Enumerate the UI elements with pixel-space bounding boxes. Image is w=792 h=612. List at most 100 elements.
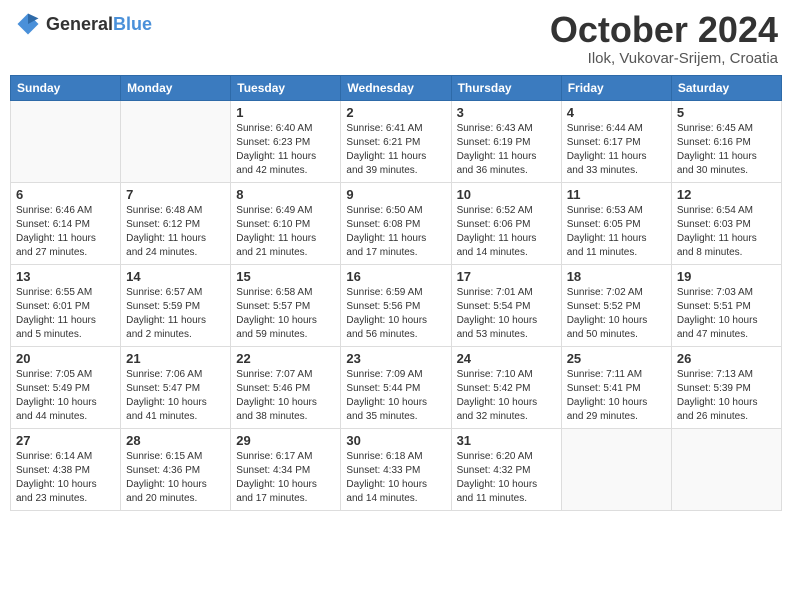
table-row: 14Sunrise: 6:57 AM Sunset: 5:59 PM Dayli… xyxy=(121,264,231,346)
day-number: 3 xyxy=(457,105,556,120)
day-number: 19 xyxy=(677,269,776,284)
day-info: Sunrise: 6:15 AM Sunset: 4:36 PM Dayligh… xyxy=(126,450,225,506)
table-row xyxy=(121,100,231,182)
day-info: Sunrise: 7:09 AM Sunset: 5:44 PM Dayligh… xyxy=(346,368,445,424)
table-row xyxy=(11,100,121,182)
day-number: 20 xyxy=(16,351,115,366)
day-info: Sunrise: 6:48 AM Sunset: 6:12 PM Dayligh… xyxy=(126,204,225,260)
day-number: 16 xyxy=(346,269,445,284)
calendar-table: Sunday Monday Tuesday Wednesday Thursday… xyxy=(10,75,782,511)
day-info: Sunrise: 6:52 AM Sunset: 6:06 PM Dayligh… xyxy=(457,204,556,260)
col-thursday: Thursday xyxy=(451,75,561,100)
calendar-week-row: 1Sunrise: 6:40 AM Sunset: 6:23 PM Daylig… xyxy=(11,100,782,182)
table-row: 3 Sunrise: 6:43 AM Sunset: 6:19 PM Daylig… xyxy=(451,100,561,182)
col-wednesday: Wednesday xyxy=(341,75,451,100)
day-info: Sunrise: 6:14 AM Sunset: 4:38 PM Dayligh… xyxy=(16,450,115,506)
table-row: 15Sunrise: 6:58 AM Sunset: 5:57 PM Dayli… xyxy=(231,264,341,346)
table-row: 23 Sunrise: 7:09 AM Sunset: 5:44 PM Dayli… xyxy=(341,346,451,428)
day-info: Sunrise: 6:54 AM Sunset: 6:03 PM Dayligh… xyxy=(677,204,776,260)
day-number: 7 xyxy=(126,187,225,202)
title-section: October 2024 Ilok, Vukovar-Srijem, Croat… xyxy=(550,10,778,67)
logo-icon xyxy=(14,10,42,38)
table-row: 21 Sunrise: 7:06 AM Sunset: 5:47 PM Dayli… xyxy=(121,346,231,428)
logo: GeneralBlue xyxy=(14,10,152,38)
table-row: 7 Sunrise: 6:48 AM Sunset: 6:12 PM Daylig… xyxy=(121,182,231,264)
table-row: 27 Sunrise: 6:14 AM Sunset: 4:38 PM Dayli… xyxy=(11,428,121,510)
page-header: GeneralBlue October 2024 Ilok, Vukovar-S… xyxy=(10,10,782,67)
day-number: 27 xyxy=(16,433,115,448)
table-row: 9 Sunrise: 6:50 AM Sunset: 6:08 PM Daylig… xyxy=(341,182,451,264)
day-number: 14 xyxy=(126,269,225,284)
day-number: 10 xyxy=(457,187,556,202)
day-info: Sunrise: 7:03 AM Sunset: 5:51 PM Dayligh… xyxy=(677,286,776,342)
day-number: 23 xyxy=(346,351,445,366)
table-row: 12Sunrise: 6:54 AM Sunset: 6:03 PM Dayli… xyxy=(671,182,781,264)
col-friday: Friday xyxy=(561,75,671,100)
table-row: 4Sunrise: 6:44 AM Sunset: 6:17 PM Daylig… xyxy=(561,100,671,182)
col-saturday: Saturday xyxy=(671,75,781,100)
table-row: 8Sunrise: 6:49 AM Sunset: 6:10 PM Daylig… xyxy=(231,182,341,264)
day-info: Sunrise: 7:10 AM Sunset: 5:42 PM Dayligh… xyxy=(457,368,556,424)
logo-general-text: GeneralBlue xyxy=(46,14,152,35)
day-number: 9 xyxy=(346,187,445,202)
calendar-week-row: 27 Sunrise: 6:14 AM Sunset: 4:38 PM Dayli… xyxy=(11,428,782,510)
calendar-week-row: 6 Sunrise: 6:46 AM Sunset: 6:14 PM Daylig… xyxy=(11,182,782,264)
day-number: 5 xyxy=(677,105,776,120)
table-row: 6 Sunrise: 6:46 AM Sunset: 6:14 PM Daylig… xyxy=(11,182,121,264)
day-info: Sunrise: 6:18 AM Sunset: 4:33 PM Dayligh… xyxy=(346,450,445,506)
day-info: Sunrise: 6:46 AM Sunset: 6:14 PM Dayligh… xyxy=(16,204,115,260)
day-info: Sunrise: 6:17 AM Sunset: 4:34 PM Dayligh… xyxy=(236,450,335,506)
table-row: 24 Sunrise: 7:10 AM Sunset: 5:42 PM Dayli… xyxy=(451,346,561,428)
month-title: October 2024 xyxy=(550,10,778,50)
table-row: 1Sunrise: 6:40 AM Sunset: 6:23 PM Daylig… xyxy=(231,100,341,182)
day-info: Sunrise: 7:13 AM Sunset: 5:39 PM Dayligh… xyxy=(677,368,776,424)
day-number: 6 xyxy=(16,187,115,202)
day-info: Sunrise: 7:05 AM Sunset: 5:49 PM Dayligh… xyxy=(16,368,115,424)
day-number: 30 xyxy=(346,433,445,448)
table-row: 5Sunrise: 6:45 AM Sunset: 6:16 PM Daylig… xyxy=(671,100,781,182)
day-info: Sunrise: 7:02 AM Sunset: 5:52 PM Dayligh… xyxy=(567,286,666,342)
col-monday: Monday xyxy=(121,75,231,100)
day-number: 13 xyxy=(16,269,115,284)
day-number: 11 xyxy=(567,187,666,202)
table-row xyxy=(561,428,671,510)
day-number: 31 xyxy=(457,433,556,448)
table-row xyxy=(671,428,781,510)
day-info: Sunrise: 7:01 AM Sunset: 5:54 PM Dayligh… xyxy=(457,286,556,342)
table-row: 17 Sunrise: 7:01 AM Sunset: 5:54 PM Dayli… xyxy=(451,264,561,346)
day-info: Sunrise: 6:20 AM Sunset: 4:32 PM Dayligh… xyxy=(457,450,556,506)
day-info: Sunrise: 7:06 AM Sunset: 5:47 PM Dayligh… xyxy=(126,368,225,424)
day-number: 18 xyxy=(567,269,666,284)
day-number: 4 xyxy=(567,105,666,120)
table-row: 20 Sunrise: 7:05 AM Sunset: 5:49 PM Dayli… xyxy=(11,346,121,428)
table-row: 22 Sunrise: 7:07 AM Sunset: 5:46 PM Dayli… xyxy=(231,346,341,428)
day-number: 17 xyxy=(457,269,556,284)
day-number: 26 xyxy=(677,351,776,366)
table-row: 2Sunrise: 6:41 AM Sunset: 6:21 PM Daylig… xyxy=(341,100,451,182)
day-info: Sunrise: 6:43 AM Sunset: 6:19 PM Dayligh… xyxy=(457,122,556,178)
table-row: 30 Sunrise: 6:18 AM Sunset: 4:33 PM Dayli… xyxy=(341,428,451,510)
day-number: 15 xyxy=(236,269,335,284)
table-row: 26 Sunrise: 7:13 AM Sunset: 5:39 PM Dayli… xyxy=(671,346,781,428)
table-row: 16 Sunrise: 6:59 AM Sunset: 5:56 PM Dayli… xyxy=(341,264,451,346)
table-row: 25Sunrise: 7:11 AM Sunset: 5:41 PM Dayli… xyxy=(561,346,671,428)
day-number: 8 xyxy=(236,187,335,202)
table-row: 31 Sunrise: 6:20 AM Sunset: 4:32 PM Dayli… xyxy=(451,428,561,510)
calendar-week-row: 13Sunrise: 6:55 AM Sunset: 6:01 PM Dayli… xyxy=(11,264,782,346)
location-title: Ilok, Vukovar-Srijem, Croatia xyxy=(550,50,778,67)
table-row: 28 Sunrise: 6:15 AM Sunset: 4:36 PM Dayli… xyxy=(121,428,231,510)
day-number: 25 xyxy=(567,351,666,366)
day-info: Sunrise: 6:40 AM Sunset: 6:23 PM Dayligh… xyxy=(236,122,335,178)
col-tuesday: Tuesday xyxy=(231,75,341,100)
day-number: 22 xyxy=(236,351,335,366)
day-info: Sunrise: 6:59 AM Sunset: 5:56 PM Dayligh… xyxy=(346,286,445,342)
day-info: Sunrise: 7:07 AM Sunset: 5:46 PM Dayligh… xyxy=(236,368,335,424)
day-number: 24 xyxy=(457,351,556,366)
day-info: Sunrise: 6:50 AM Sunset: 6:08 PM Dayligh… xyxy=(346,204,445,260)
table-row: 13Sunrise: 6:55 AM Sunset: 6:01 PM Dayli… xyxy=(11,264,121,346)
table-row: 11Sunrise: 6:53 AM Sunset: 6:05 PM Dayli… xyxy=(561,182,671,264)
day-number: 21 xyxy=(126,351,225,366)
day-number: 28 xyxy=(126,433,225,448)
day-info: Sunrise: 6:41 AM Sunset: 6:21 PM Dayligh… xyxy=(346,122,445,178)
table-row: 29Sunrise: 6:17 AM Sunset: 4:34 PM Dayli… xyxy=(231,428,341,510)
